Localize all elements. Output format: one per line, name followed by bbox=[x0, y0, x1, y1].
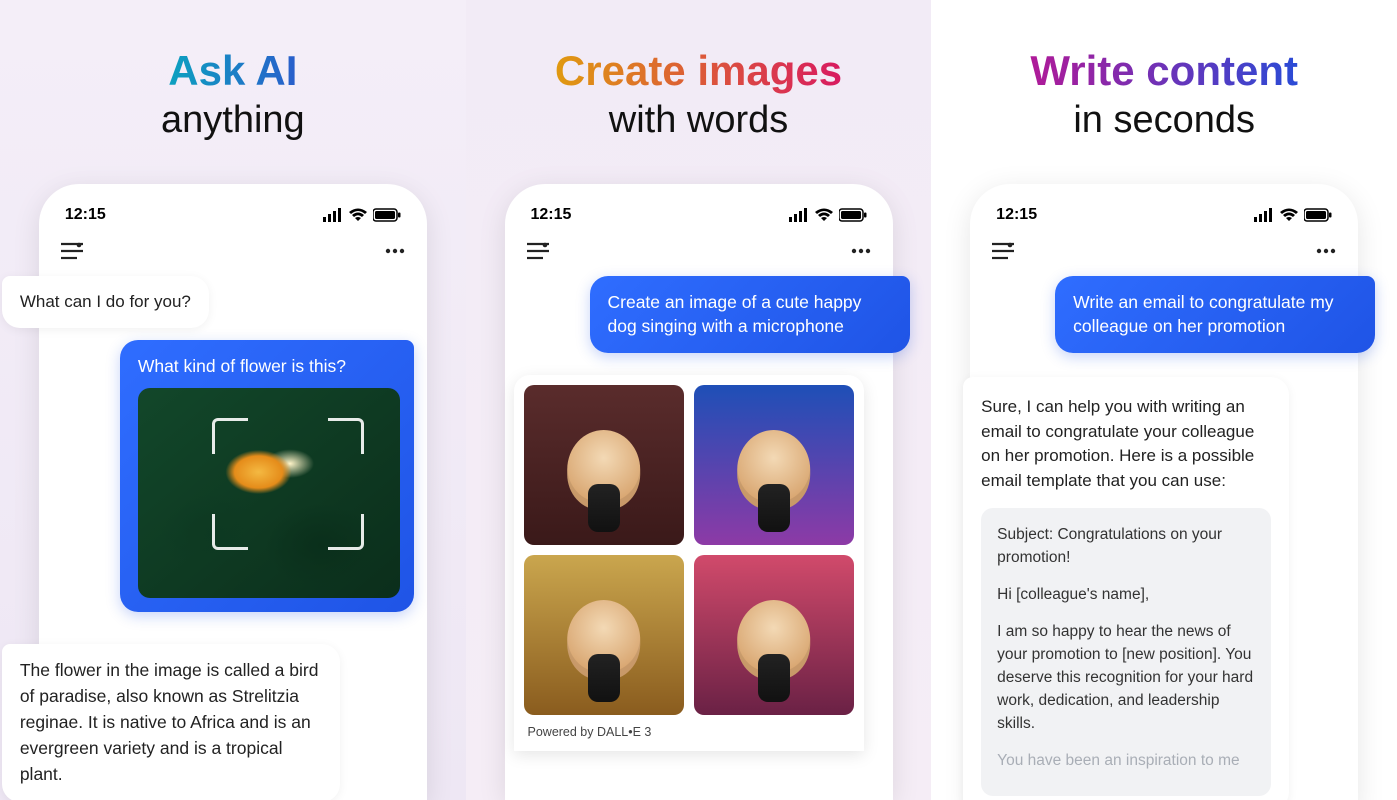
scan-corner bbox=[212, 418, 248, 454]
feature-panel-write-content: Write content in seconds 12:15 Write an … bbox=[931, 0, 1397, 800]
powered-by-label: Powered by DALL•E 3 bbox=[524, 715, 854, 739]
status-time: 12:15 bbox=[531, 206, 572, 224]
status-time: 12:15 bbox=[65, 206, 106, 224]
user-message: Create an image of a cute happy dog sing… bbox=[590, 276, 910, 353]
more-icon[interactable] bbox=[1316, 248, 1336, 254]
app-bar bbox=[55, 232, 411, 276]
app-bar bbox=[986, 232, 1342, 276]
battery-icon bbox=[839, 208, 867, 222]
ai-message: What can I do for you? bbox=[2, 276, 209, 328]
heading-top: Create images bbox=[555, 48, 842, 94]
heading-bottom: with words bbox=[555, 98, 842, 144]
phone-mockup: 12:15 What can I do for you? What kind o… bbox=[39, 184, 427, 800]
chat-thread: Create an image of a cute happy dog sing… bbox=[521, 276, 877, 751]
menu-icon[interactable] bbox=[992, 242, 1014, 260]
signal-icon bbox=[1254, 208, 1274, 222]
signal-icon bbox=[323, 208, 343, 222]
more-icon[interactable] bbox=[385, 248, 405, 254]
status-time: 12:15 bbox=[996, 206, 1037, 224]
app-bar bbox=[521, 232, 877, 276]
wifi-icon bbox=[815, 208, 833, 222]
ai-answer: The flower in the image is called a bird… bbox=[2, 644, 340, 800]
status-bar: 12:15 bbox=[521, 202, 877, 232]
battery-icon bbox=[373, 208, 401, 222]
user-message: Write an email to congratulate my collea… bbox=[1055, 276, 1375, 353]
attached-image[interactable] bbox=[138, 388, 400, 598]
heading-top: Write content bbox=[1030, 48, 1298, 94]
phone-mockup: 12:15 Create an image of a cute happy do… bbox=[505, 184, 893, 800]
generated-image[interactable] bbox=[694, 555, 854, 715]
generated-image[interactable] bbox=[694, 385, 854, 545]
battery-icon bbox=[1304, 208, 1332, 222]
generated-images-card: Powered by DALL•E 3 bbox=[514, 375, 864, 751]
phone-mockup: 12:15 Write an email to congratulate my … bbox=[970, 184, 1358, 800]
scan-corner bbox=[212, 514, 248, 550]
panel-heading: Write content in seconds bbox=[1030, 48, 1298, 144]
feature-panel-create-images: Create images with words 12:15 Create an… bbox=[466, 0, 932, 800]
email-template: Subject: Congratulations on your promoti… bbox=[981, 508, 1271, 796]
wifi-icon bbox=[1280, 208, 1298, 222]
wifi-icon bbox=[349, 208, 367, 222]
image-grid bbox=[524, 385, 854, 715]
panel-heading: Create images with words bbox=[555, 48, 842, 144]
status-icons bbox=[1254, 208, 1332, 222]
more-icon[interactable] bbox=[851, 248, 871, 254]
chat-thread: Write an email to congratulate my collea… bbox=[986, 276, 1342, 800]
heading-top: Ask AI bbox=[161, 48, 305, 94]
scan-corner bbox=[328, 418, 364, 454]
panel-heading: Ask AI anything bbox=[161, 48, 305, 144]
email-body-faded: You have been an inspiration to me bbox=[997, 750, 1255, 773]
user-message: What kind of flower is this? bbox=[120, 340, 414, 613]
signal-icon bbox=[789, 208, 809, 222]
user-message-text: What kind of flower is this? bbox=[138, 356, 346, 376]
email-body: I am so happy to hear the news of your p… bbox=[997, 621, 1255, 736]
chat-thread: What can I do for you? What kind of flow… bbox=[55, 276, 411, 800]
ai-message: Sure, I can help you with writing an ema… bbox=[963, 377, 1289, 800]
status-icons bbox=[789, 208, 867, 222]
generated-image[interactable] bbox=[524, 385, 684, 545]
menu-icon[interactable] bbox=[527, 242, 549, 260]
ai-reply-text: Sure, I can help you with writing an ema… bbox=[981, 397, 1254, 490]
heading-bottom: in seconds bbox=[1030, 98, 1298, 144]
feature-panel-ask-ai: Ask AI anything 12:15 What can I do for … bbox=[0, 0, 466, 800]
generated-image[interactable] bbox=[524, 555, 684, 715]
status-bar: 12:15 bbox=[55, 202, 411, 232]
menu-icon[interactable] bbox=[61, 242, 83, 260]
email-subject: Subject: Congratulations on your promoti… bbox=[997, 524, 1255, 570]
heading-bottom: anything bbox=[161, 98, 305, 144]
status-icons bbox=[323, 208, 401, 222]
status-bar: 12:15 bbox=[986, 202, 1342, 232]
scan-corner bbox=[328, 514, 364, 550]
email-greeting: Hi [colleague's name], bbox=[997, 584, 1255, 607]
